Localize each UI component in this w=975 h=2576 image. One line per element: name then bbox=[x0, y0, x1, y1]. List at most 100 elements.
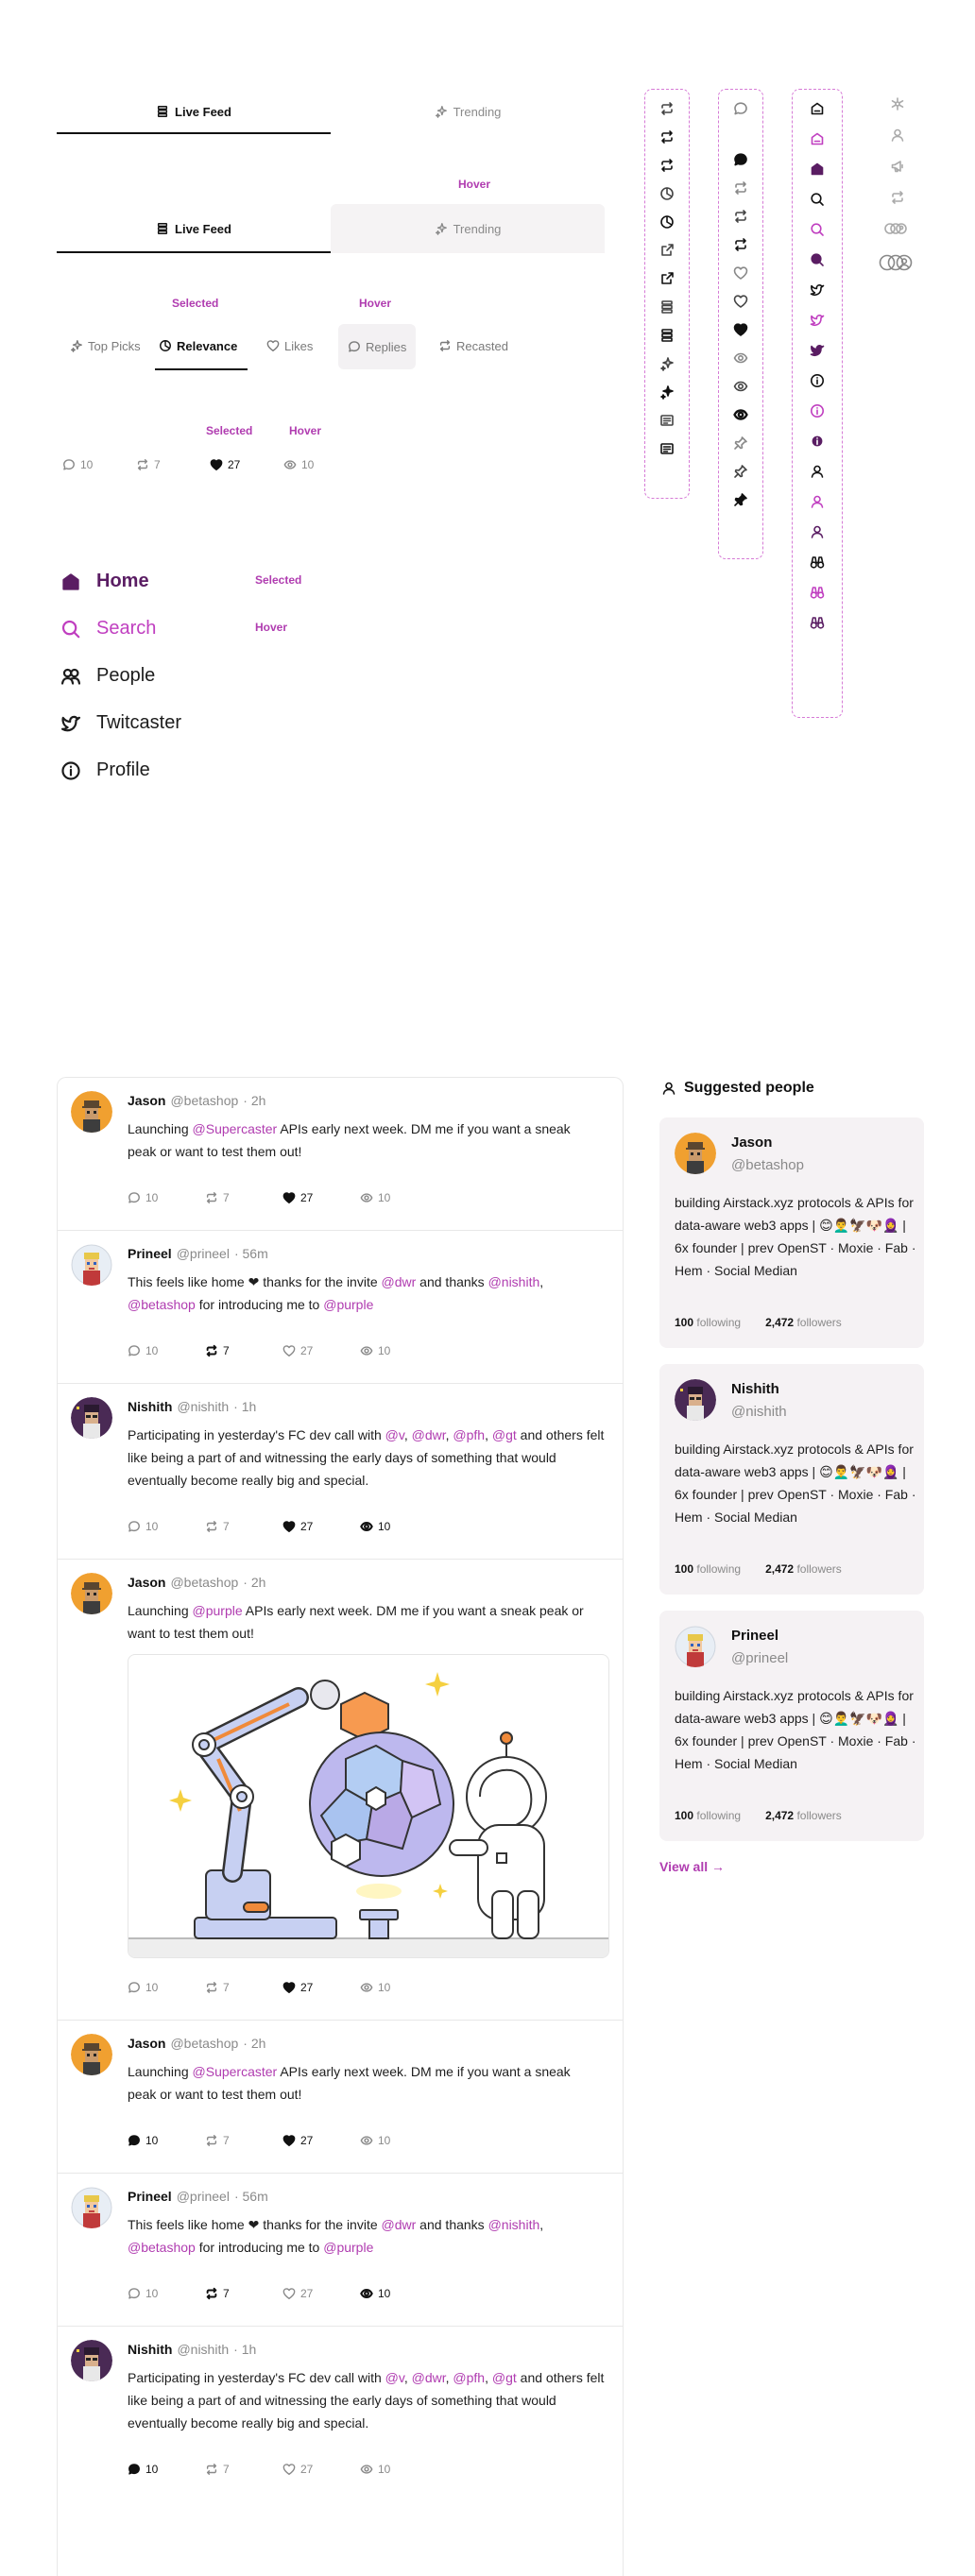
like-stat[interactable]: 27 bbox=[282, 1191, 360, 1204]
following-count[interactable]: 100 following bbox=[675, 1316, 741, 1329]
view-stat[interactable]: 10 bbox=[360, 1191, 437, 1204]
avatar[interactable] bbox=[675, 1626, 716, 1667]
view-stat[interactable]: 10 bbox=[360, 2134, 437, 2147]
view-stat[interactable]: 10 bbox=[360, 1344, 437, 1357]
tab-live-feed[interactable]: Live Feed bbox=[57, 93, 331, 130]
nav-item-home[interactable]: Home bbox=[60, 571, 149, 592]
like-stat[interactable]: 27 bbox=[282, 2287, 360, 2300]
like-stat[interactable]: 27 bbox=[282, 2134, 360, 2147]
avatar[interactable] bbox=[71, 2034, 112, 2075]
mention-link[interactable]: @dwr bbox=[412, 1427, 446, 1442]
recast-stat[interactable]: 7 bbox=[205, 2134, 282, 2147]
mention-link[interactable]: @gt bbox=[492, 2370, 517, 2385]
mention-link[interactable]: @Supercaster bbox=[193, 2064, 278, 2079]
author-name[interactable]: Jason bbox=[128, 2036, 165, 2051]
feed-post[interactable]: Jason @betashop · 2h Launching @Supercas… bbox=[58, 2021, 623, 2174]
nav-item-twitcaster[interactable]: Twitcaster bbox=[60, 712, 181, 734]
mention-link[interactable]: @gt bbox=[492, 1427, 517, 1442]
reply-stat[interactable]: 10 bbox=[128, 2463, 205, 2476]
mention-link[interactable]: @Supercaster bbox=[193, 1121, 278, 1136]
recast-stat[interactable]: 7 bbox=[205, 2463, 282, 2476]
like-stat[interactable]: 27 bbox=[282, 1981, 360, 1994]
mention-link[interactable]: @dwr bbox=[382, 1274, 417, 1289]
nav-item-search[interactable]: Search bbox=[60, 618, 156, 640]
reply-stat[interactable]: 10 bbox=[128, 1191, 205, 1204]
author-name[interactable]: Prineel bbox=[128, 2189, 172, 2204]
reply-stat[interactable]: 10 bbox=[128, 1520, 205, 1533]
mention-link[interactable]: @purple bbox=[323, 2240, 373, 2255]
author-name[interactable]: Jason bbox=[128, 1575, 165, 1590]
like-stat[interactable]: 27 bbox=[282, 1520, 360, 1533]
person-name[interactable]: Prineel bbox=[731, 1628, 778, 1644]
reply-stat[interactable]: 10 bbox=[128, 2134, 205, 2147]
post-image[interactable] bbox=[128, 1654, 609, 1958]
followers-count[interactable]: 2,472 followers bbox=[765, 1316, 842, 1329]
followers-count[interactable]: 2,472 followers bbox=[765, 1562, 842, 1576]
recast-stat[interactable]: 7 bbox=[205, 1520, 282, 1533]
author-name[interactable]: Jason bbox=[128, 1093, 165, 1108]
feed-post[interactable]: Jason @betashop · 2h Launching @Supercas… bbox=[58, 1078, 623, 1231]
author-name[interactable]: Nishith bbox=[128, 1399, 172, 1414]
feed-post[interactable]: Nishith @nishith · 1h Participating in y… bbox=[58, 1384, 623, 1560]
mention-link[interactable]: @purple bbox=[193, 1603, 243, 1618]
chip-relevance[interactable]: Relevance bbox=[151, 331, 245, 361]
like-stat[interactable]: 27 bbox=[210, 458, 283, 471]
recast-stat[interactable]: 7 bbox=[205, 2287, 282, 2300]
recast-stat[interactable]: 7 bbox=[205, 1981, 282, 1994]
chip-top-picks[interactable]: Top Picks bbox=[62, 331, 148, 361]
mention-link[interactable]: @nishith bbox=[488, 1274, 540, 1289]
mention-link[interactable]: @v bbox=[385, 1427, 404, 1442]
like-stat[interactable]: 27 bbox=[282, 1344, 360, 1357]
suggested-person-card[interactable]: Prineel @prineel building Airstack.xyz p… bbox=[659, 1611, 924, 1841]
avatar[interactable] bbox=[71, 2187, 112, 2228]
feed-post[interactable]: Prineel @prineel · 56m This feels like h… bbox=[58, 1231, 623, 1384]
reply-stat[interactable]: 10 bbox=[128, 1344, 205, 1357]
avatar[interactable] bbox=[675, 1379, 716, 1421]
mention-link[interactable]: @purple bbox=[323, 1297, 373, 1312]
view-stat[interactable]: 10 bbox=[283, 458, 357, 471]
nav-item-people[interactable]: People bbox=[60, 665, 155, 687]
person-name[interactable]: Jason bbox=[731, 1134, 772, 1151]
reply-stat[interactable]: 10 bbox=[128, 1981, 205, 1994]
tab-live-feed-hoverstate[interactable]: Live Feed bbox=[57, 210, 331, 247]
view-stat[interactable]: 10 bbox=[360, 1981, 437, 1994]
recast-stat[interactable]: 7 bbox=[205, 1344, 282, 1357]
mention-link[interactable]: @dwr bbox=[412, 2370, 446, 2385]
followers-count[interactable]: 2,472 followers bbox=[765, 1809, 842, 1822]
feed-post[interactable]: Jason @betashop · 2h Launching @purple A… bbox=[58, 1560, 623, 2021]
following-count[interactable]: 100 following bbox=[675, 1809, 741, 1822]
chip-likes[interactable]: Likes bbox=[259, 331, 320, 361]
mention-link[interactable]: @dwr bbox=[382, 2217, 417, 2232]
reply-stat[interactable]: 10 bbox=[62, 458, 136, 471]
suggested-person-card[interactable]: Jason @betashop building Airstack.xyz pr… bbox=[659, 1117, 924, 1348]
feed-post[interactable]: Nishith @nishith · 1h Participating in y… bbox=[58, 2327, 623, 2502]
view-stat[interactable]: 10 bbox=[360, 2287, 437, 2300]
view-all-link[interactable]: View all → bbox=[659, 1859, 725, 1874]
like-stat[interactable]: 27 bbox=[282, 2463, 360, 2476]
avatar[interactable] bbox=[675, 1133, 716, 1174]
chip-recasted[interactable]: Recasted bbox=[431, 331, 516, 361]
avatar[interactable] bbox=[71, 1397, 112, 1439]
tab-trending-hovered[interactable]: Trending bbox=[331, 210, 605, 247]
tab-trending[interactable]: Trending bbox=[331, 93, 605, 130]
person-name[interactable]: Nishith bbox=[731, 1381, 779, 1397]
feed-post[interactable]: Prineel @prineel · 56m This feels like h… bbox=[58, 2174, 623, 2327]
avatar[interactable] bbox=[71, 1573, 112, 1614]
recast-stat[interactable]: 7 bbox=[136, 458, 210, 471]
view-stat[interactable]: 10 bbox=[360, 1520, 437, 1533]
mention-link[interactable]: @pfh bbox=[453, 1427, 485, 1442]
author-name[interactable]: Prineel bbox=[128, 1246, 172, 1261]
avatar[interactable] bbox=[71, 1091, 112, 1133]
reply-stat[interactable]: 10 bbox=[128, 2287, 205, 2300]
avatar[interactable] bbox=[71, 2340, 112, 2381]
mention-link[interactable]: @v bbox=[385, 2370, 404, 2385]
following-count[interactable]: 100 following bbox=[675, 1562, 741, 1576]
recast-stat[interactable]: 7 bbox=[205, 1191, 282, 1204]
author-name[interactable]: Nishith bbox=[128, 2342, 172, 2357]
view-stat[interactable]: 10 bbox=[360, 2463, 437, 2476]
avatar[interactable] bbox=[71, 1244, 112, 1286]
chip-replies[interactable]: Replies bbox=[338, 324, 417, 369]
mention-link[interactable]: @betashop bbox=[128, 2240, 196, 2255]
mention-link[interactable]: @nishith bbox=[488, 2217, 540, 2232]
mention-link[interactable]: @pfh bbox=[453, 2370, 485, 2385]
